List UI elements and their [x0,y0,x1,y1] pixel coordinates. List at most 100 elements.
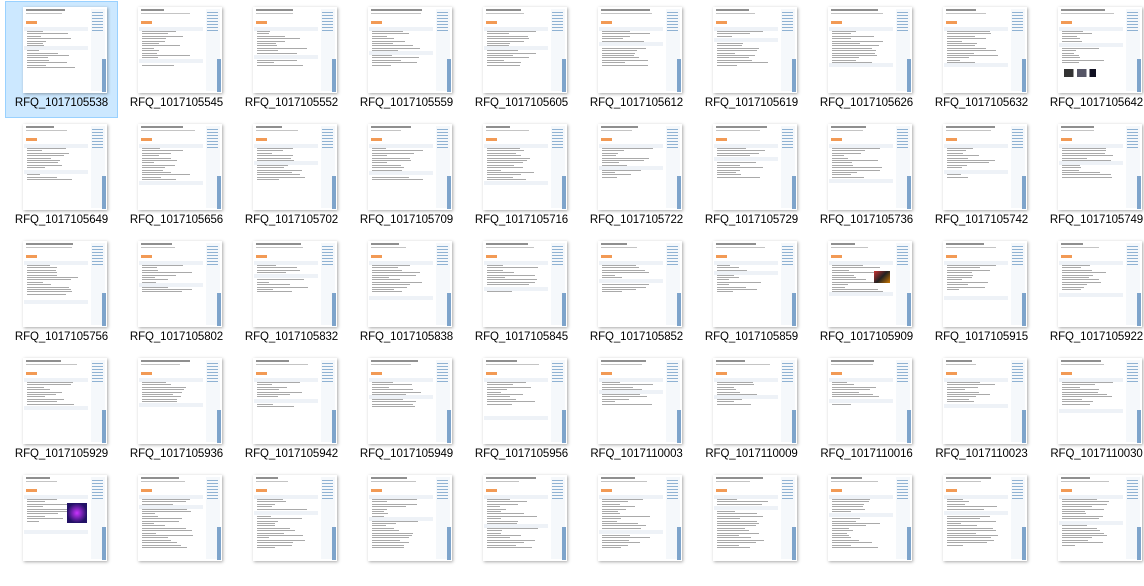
file-name-label: RFQ_1017105942 [244,448,339,460]
document-thumbnail-icon [23,475,107,561]
file-name-label: RFQ_1017105832 [244,331,339,343]
file-item[interactable]: RFQ_1017105552 [235,1,348,118]
file-item[interactable]: RFQ_1017105709 [350,118,463,235]
file-item[interactable]: RFQ_1017110030 [1040,352,1144,469]
file-item[interactable] [120,469,233,586]
file-item[interactable] [695,469,808,586]
document-thumbnail-icon [598,475,682,561]
file-item[interactable]: RFQ_1017105756 [5,235,118,352]
file-item[interactable]: RFQ_1017110009 [695,352,808,469]
file-item[interactable]: RFQ_1017105802 [120,235,233,352]
file-item[interactable]: RFQ_1017105702 [235,118,348,235]
file-item[interactable]: RFQ_1017105722 [580,118,693,235]
file-item[interactable]: RFQ_1017105605 [465,1,578,118]
document-thumbnail-icon [713,124,797,210]
file-item[interactable]: RFQ_1017105642 [1040,1,1144,118]
document-thumbnail-icon [1058,241,1142,327]
file-item[interactable]: RFQ_1017105915 [925,235,1038,352]
file-item[interactable]: RFQ_1017105716 [465,118,578,235]
file-item[interactable] [810,469,923,586]
file-item[interactable]: RFQ_1017110003 [580,352,693,469]
file-item[interactable] [5,469,118,586]
file-name-label: RFQ_1017105838 [359,331,454,343]
file-name-label: RFQ_1017105612 [589,97,684,109]
file-item[interactable]: RFQ_1017105632 [925,1,1038,118]
file-name-label: RFQ_1017105709 [359,214,454,226]
file-name-label: RFQ_1017105552 [244,97,339,109]
document-thumbnail-icon [23,358,107,444]
file-item[interactable]: RFQ_1017105845 [465,235,578,352]
file-name-label: RFQ_1017105545 [129,97,224,109]
file-item[interactable]: RFQ_1017105832 [235,235,348,352]
file-name-label: RFQ_1017105742 [934,214,1029,226]
file-item[interactable]: RFQ_1017105942 [235,352,348,469]
file-item[interactable]: RFQ_1017105736 [810,118,923,235]
document-thumbnail-icon [253,358,337,444]
file-name-label: RFQ_1017105909 [819,331,914,343]
file-name-label: RFQ_1017105632 [934,97,1029,109]
file-name-label: RFQ_1017105756 [14,331,109,343]
file-item[interactable]: RFQ_1017105612 [580,1,693,118]
file-name-label: RFQ_1017105649 [14,214,109,226]
document-thumbnail-icon [828,241,912,327]
document-thumbnail-icon [828,475,912,561]
file-item[interactable]: RFQ_1017105749 [1040,118,1144,235]
file-item[interactable] [925,469,1038,586]
file-name-label: RFQ_1017110009 [705,448,798,460]
file-item[interactable] [1040,469,1144,586]
document-thumbnail-icon [598,7,682,93]
document-thumbnail-icon [138,241,222,327]
document-thumbnail-icon [253,7,337,93]
file-item[interactable]: RFQ_1017105936 [120,352,233,469]
document-thumbnail-icon [483,358,567,444]
file-item[interactable] [580,469,693,586]
file-name-label: RFQ_1017105656 [129,214,224,226]
document-thumbnail-icon [598,241,682,327]
file-name-label: RFQ_1017105956 [474,448,569,460]
document-thumbnail-icon [1058,7,1142,93]
file-name-label: RFQ_1017105605 [474,97,569,109]
document-thumbnail-icon [23,7,107,93]
file-name-label: RFQ_1017110023 [935,448,1028,460]
file-item[interactable]: RFQ_1017105729 [695,118,808,235]
file-item[interactable]: RFQ_1017105649 [5,118,118,235]
file-item[interactable]: RFQ_1017105909 [810,235,923,352]
file-item[interactable]: RFQ_1017105742 [925,118,1038,235]
file-name-label: RFQ_1017105702 [244,214,339,226]
file-item[interactable]: RFQ_1017105922 [1040,235,1144,352]
document-thumbnail-icon [1058,358,1142,444]
file-item[interactable]: RFQ_1017110023 [925,352,1038,469]
file-name-label: RFQ_1017105936 [129,448,224,460]
file-item[interactable]: RFQ_1017105538 [5,1,118,118]
file-item[interactable]: RFQ_1017105956 [465,352,578,469]
file-item[interactable] [465,469,578,586]
document-thumbnail-icon [253,241,337,327]
document-thumbnail-icon [368,241,452,327]
file-item[interactable] [350,469,463,586]
file-item[interactable]: RFQ_1017105559 [350,1,463,118]
file-name-label: RFQ_1017105749 [1049,214,1144,226]
document-thumbnail-icon [138,7,222,93]
document-thumbnail-icon [1058,475,1142,561]
file-name-label: RFQ_1017105922 [1049,331,1144,343]
file-item[interactable]: RFQ_1017105656 [120,118,233,235]
file-item[interactable]: RFQ_1017105838 [350,235,463,352]
file-name-label: RFQ_1017105736 [819,214,914,226]
file-name-label: RFQ_1017110030 [1050,448,1143,460]
document-thumbnail-icon [253,124,337,210]
document-thumbnail-icon [943,124,1027,210]
file-name-label: RFQ_1017105929 [14,448,109,460]
file-item[interactable]: RFQ_1017105949 [350,352,463,469]
file-item[interactable]: RFQ_1017105545 [120,1,233,118]
file-item[interactable]: RFQ_1017105929 [5,352,118,469]
document-thumbnail-icon [943,241,1027,327]
file-item[interactable]: RFQ_1017105619 [695,1,808,118]
file-item[interactable]: RFQ_1017105852 [580,235,693,352]
file-name-label: RFQ_1017105949 [359,448,454,460]
file-item[interactable]: RFQ_1017105626 [810,1,923,118]
document-thumbnail-icon [828,358,912,444]
file-item[interactable]: RFQ_1017105859 [695,235,808,352]
document-thumbnail-icon [943,7,1027,93]
file-item[interactable]: RFQ_1017110016 [810,352,923,469]
file-item[interactable] [235,469,348,586]
